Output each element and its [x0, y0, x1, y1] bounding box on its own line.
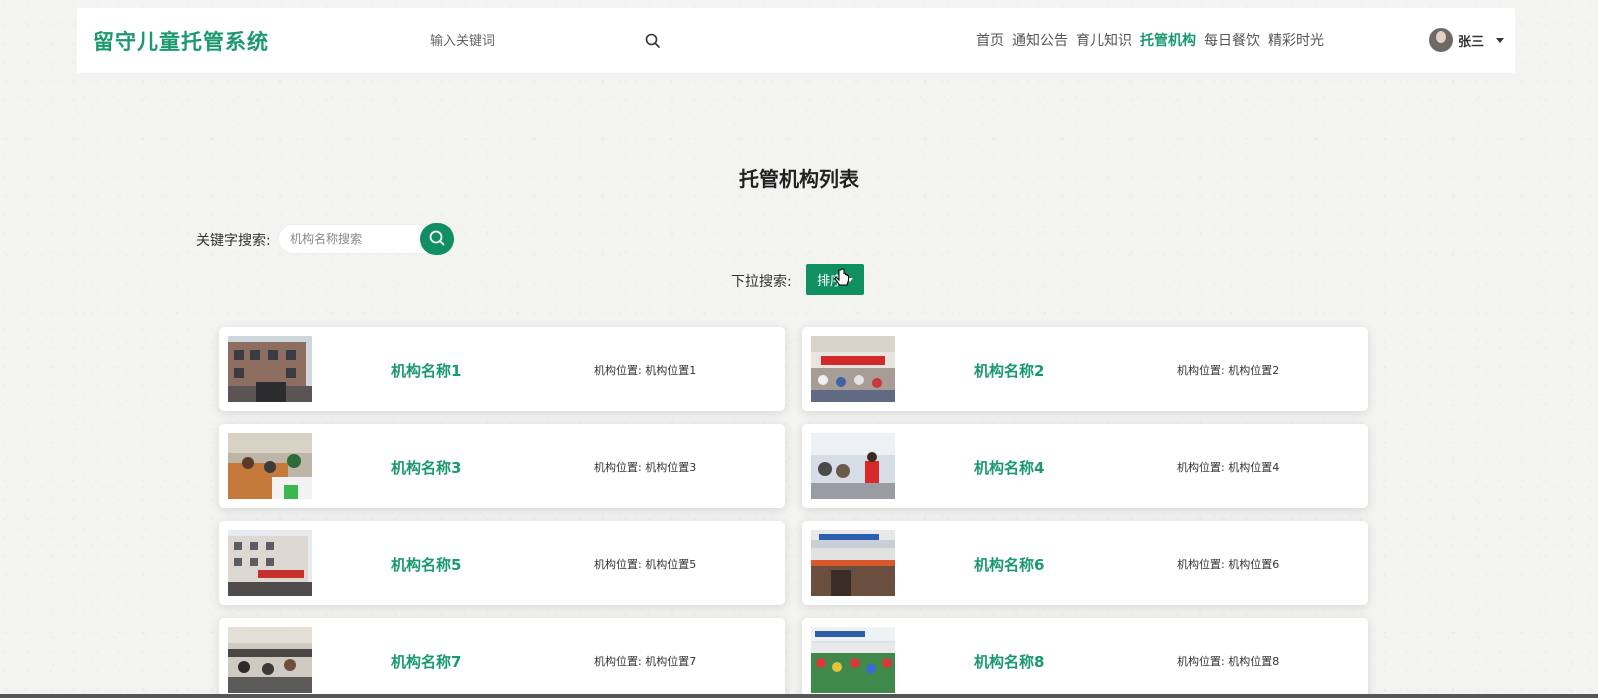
institution-name[interactable]: 机构名称8: [974, 651, 1044, 672]
institution-name[interactable]: 机构名称1: [391, 360, 461, 381]
institution-location: 机构位置: 机构位置3: [594, 461, 697, 474]
nav-item-meals[interactable]: 每日餐饮: [1204, 30, 1260, 50]
institution-card[interactable]: 机构名称3 机构位置: 机构位置3: [219, 424, 785, 508]
dropdown-search-label: 下拉搜索:: [731, 274, 792, 290]
avatar[interactable]: [1429, 28, 1453, 52]
institution-photo[interactable]: [811, 530, 895, 596]
keyword-search-input[interactable]: [278, 224, 443, 254]
institution-photo[interactable]: [228, 336, 312, 402]
institution-name[interactable]: 机构名称2: [974, 360, 1044, 381]
nav-item-notices[interactable]: 通知公告: [1012, 30, 1068, 50]
window-bottom-edge: [0, 694, 1598, 698]
page-title: 托管机构列表: [739, 167, 859, 191]
institution-location: 机构位置: 机构位置4: [1177, 461, 1280, 474]
top-search-box: [430, 28, 662, 54]
nav-item-institutions[interactable]: 托管机构: [1140, 30, 1196, 50]
institution-card[interactable]: 机构名称1 机构位置: 机构位置1: [219, 327, 785, 411]
institution-photo[interactable]: [811, 433, 895, 499]
keyword-search-label: 关键字搜索:: [196, 233, 271, 249]
keyword-search-button[interactable]: [420, 223, 454, 255]
chevron-down-icon[interactable]: [1496, 37, 1505, 43]
institution-card[interactable]: 机构名称2 机构位置: 机构位置2: [802, 327, 1368, 411]
institution-name[interactable]: 机构名称5: [391, 554, 461, 575]
hand-cursor-icon: [834, 268, 850, 290]
institution-location: 机构位置: 机构位置1: [594, 364, 697, 377]
main-nav: 首页 通知公告 育儿知识 托管机构 每日餐饮 精彩时光: [976, 30, 1332, 50]
top-header: 留守儿童托管系统 首页 通知公告 育儿知识 托管机构 每日餐饮 精彩时光 张三: [77, 8, 1515, 73]
institution-name[interactable]: 机构名称6: [974, 554, 1044, 575]
search-icon[interactable]: [644, 32, 662, 50]
institution-location: 机构位置: 机构位置7: [594, 655, 697, 668]
institution-photo[interactable]: [228, 627, 312, 693]
institution-card[interactable]: 机构名称8 机构位置: 机构位置8: [802, 618, 1368, 698]
institution-photo[interactable]: [228, 433, 312, 499]
institution-card[interactable]: 机构名称4 机构位置: 机构位置4: [802, 424, 1368, 508]
institution-card[interactable]: 机构名称5 机构位置: 机构位置5: [219, 521, 785, 605]
user-menu[interactable]: 张三: [1429, 27, 1505, 53]
user-name[interactable]: 张三: [1458, 31, 1484, 50]
institution-location: 机构位置: 机构位置6: [1177, 558, 1280, 571]
institution-photo[interactable]: [228, 530, 312, 596]
top-search-input[interactable]: [430, 28, 630, 54]
institution-photo[interactable]: [811, 336, 895, 402]
institution-location: 机构位置: 机构位置2: [1177, 364, 1280, 377]
nav-item-parenting[interactable]: 育儿知识: [1076, 30, 1132, 50]
institution-name[interactable]: 机构名称3: [391, 457, 461, 478]
nav-item-moments[interactable]: 精彩时光: [1268, 30, 1324, 50]
institution-name[interactable]: 机构名称4: [974, 457, 1044, 478]
institution-name[interactable]: 机构名称7: [391, 651, 461, 672]
search-icon: [428, 229, 446, 250]
nav-item-home[interactable]: 首页: [976, 30, 1004, 50]
institution-card[interactable]: 机构名称6 机构位置: 机构位置6: [802, 521, 1368, 605]
institution-card[interactable]: 机构名称7 机构位置: 机构位置7: [219, 618, 785, 698]
site-logo[interactable]: 留守儿童托管系统: [93, 26, 269, 56]
institution-photo[interactable]: [811, 627, 895, 693]
institution-location: 机构位置: 机构位置5: [594, 558, 697, 571]
institution-location: 机构位置: 机构位置8: [1177, 655, 1280, 668]
